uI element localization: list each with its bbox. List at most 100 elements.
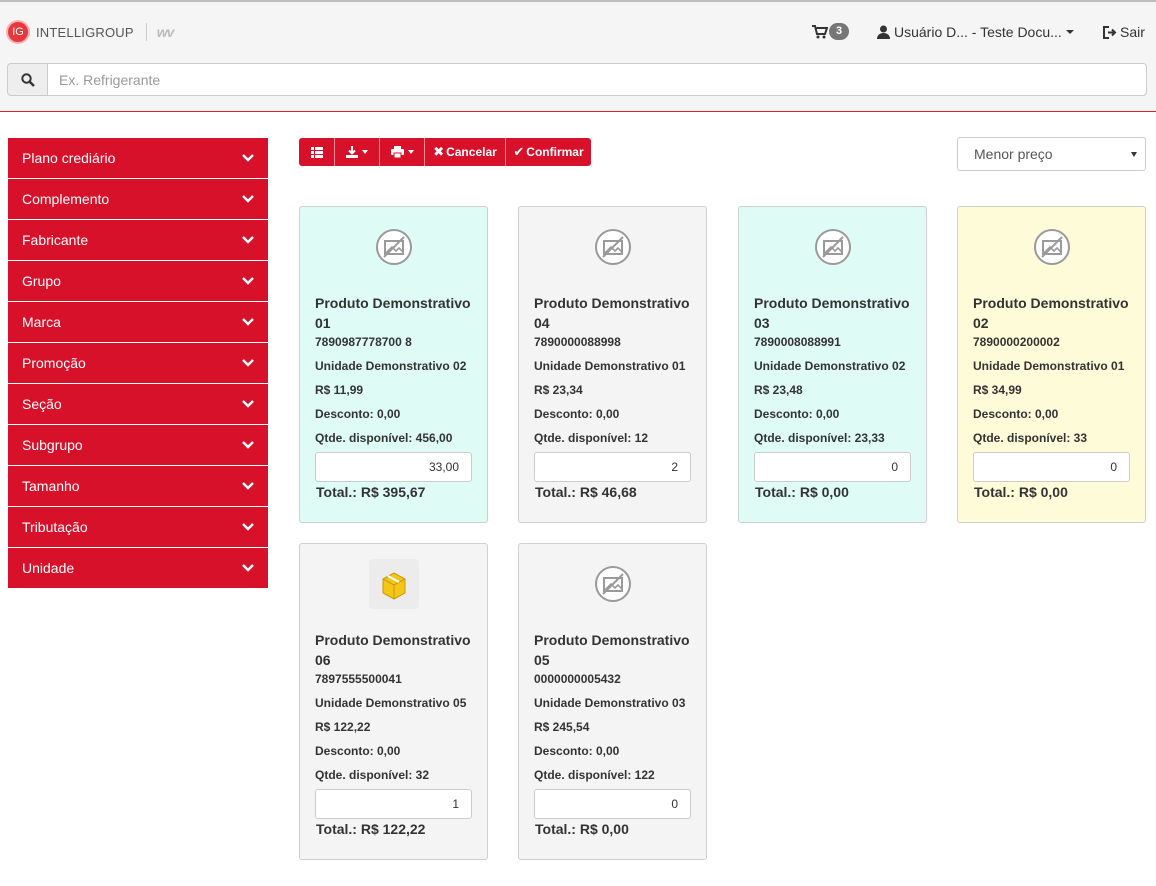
search-input[interactable]	[47, 63, 1147, 96]
confirm-button[interactable]: ✔ Confirmar	[506, 138, 591, 166]
caret-down-icon	[362, 150, 368, 154]
confirm-label: Confirmar	[526, 145, 584, 159]
no-image-icon	[594, 229, 631, 265]
quantity-input[interactable]	[754, 452, 911, 482]
product-unit: Unidade Demonstrativo 02	[315, 359, 467, 373]
filter-item[interactable]: Seção	[8, 384, 268, 424]
toolbar: ✖ Cancelar ✔ Confirmar	[299, 138, 591, 166]
quantity-input[interactable]	[534, 789, 691, 819]
filter-item[interactable]: Complemento	[8, 179, 268, 219]
product-image	[300, 559, 487, 609]
product-card[interactable]: Produto Demonstrativo 04 7890000088998 Uni…	[518, 206, 707, 523]
filter-label: Tributação	[22, 519, 88, 535]
product-available-qty: Qtde. disponível: 32	[315, 768, 430, 782]
product-code: 7890000088998	[534, 335, 621, 349]
quantity-input[interactable]	[973, 452, 1130, 482]
caret-down-icon	[1131, 152, 1137, 157]
filter-item[interactable]: Tributação	[8, 507, 268, 547]
filter-item[interactable]: Subgrupo	[8, 425, 268, 465]
filter-item[interactable]: Plano crediário	[8, 138, 268, 178]
filter-item[interactable]: Unidade	[8, 548, 268, 588]
product-total: Total.: R$ 122,22	[316, 821, 426, 837]
filter-sidebar: Plano crediário Complemento Fabricante Grup…	[8, 138, 268, 589]
list-view-button[interactable]	[299, 138, 335, 166]
product-unit: Unidade Demonstrativo 05	[315, 696, 467, 710]
list-icon	[310, 146, 323, 158]
product-name: Produto Demonstrativo 03	[754, 295, 910, 331]
filter-label: Marca	[22, 314, 61, 330]
cart-count-badge: 3	[829, 23, 849, 40]
product-total: Total.: R$ 0,00	[755, 484, 849, 500]
search-icon[interactable]	[7, 63, 47, 96]
filter-label: Subgrupo	[22, 437, 83, 453]
chevron-down-icon	[242, 195, 254, 203]
cart-button[interactable]: 3	[812, 23, 849, 40]
user-label: Usuário D... - Teste Docu...	[894, 24, 1062, 40]
filter-item[interactable]: Grupo	[8, 261, 268, 301]
download-dropdown-button[interactable]	[335, 138, 380, 166]
filter-label: Tamanho	[22, 478, 80, 494]
product-image	[958, 227, 1145, 267]
logo-text: INTELLIGROUP	[36, 24, 134, 40]
filter-label: Plano crediário	[22, 150, 116, 166]
filter-label: Seção	[22, 396, 62, 412]
product-discount: Desconto: 0,00	[973, 407, 1059, 421]
product-price: R$ 34,99	[973, 383, 1022, 397]
product-discount: Desconto: 0,00	[315, 407, 401, 421]
product-card[interactable]: Produto Demonstrativo 01 7890987778700 8 U…	[299, 206, 488, 523]
search-bar	[7, 63, 1147, 96]
product-total: Total.: R$ 0,00	[535, 821, 629, 837]
caret-down-icon	[407, 150, 414, 154]
product-box-icon	[368, 559, 419, 609]
product-card[interactable]: Produto Demonstrativo 05 0000000005432 Uni…	[518, 543, 707, 860]
product-card[interactable]: Produto Demonstrativo 02 7890000200002 Uni…	[957, 206, 1146, 523]
product-card[interactable]: Produto Demonstrativo 06 7897555500041 Uni…	[299, 543, 488, 860]
product-discount: Desconto: 0,00	[534, 407, 620, 421]
product-price: R$ 245,54	[534, 720, 590, 734]
product-unit: Unidade Demonstrativo 03	[534, 696, 686, 710]
logo[interactable]: IG INTELLIGROUP wv	[6, 20, 174, 44]
product-price: R$ 23,48	[754, 383, 803, 397]
sign-out-icon	[1103, 25, 1117, 39]
chevron-down-icon	[242, 236, 254, 244]
logo-divider	[145, 23, 147, 41]
logout-button[interactable]: Sair	[1103, 24, 1145, 40]
download-icon	[346, 146, 358, 158]
product-total: Total.: R$ 46,68	[535, 484, 637, 500]
product-code: 7897555500041	[315, 672, 402, 686]
product-code: 7890987778700 8	[315, 335, 412, 349]
product-discount: Desconto: 0,00	[534, 744, 620, 758]
chevron-down-icon	[242, 441, 254, 449]
product-unit: Unidade Demonstrativo 01	[973, 359, 1125, 373]
header: IG INTELLIGROUP wv 3 Usuário D... - Test…	[0, 5, 1156, 112]
product-card[interactable]: Produto Demonstrativo 03 7890008088991 Uni…	[738, 206, 927, 523]
product-available-qty: Qtde. disponível: 23,33	[754, 431, 885, 445]
cancel-label: Cancelar	[446, 145, 497, 159]
chevron-down-icon	[242, 318, 254, 326]
filter-item[interactable]: Fabricante	[8, 220, 268, 260]
print-dropdown-button[interactable]	[380, 138, 425, 166]
sort-select[interactable]: Menor preço	[957, 137, 1146, 171]
product-discount: Desconto: 0,00	[315, 744, 401, 758]
product-available-qty: Qtde. disponível: 456,00	[315, 431, 453, 445]
caret-down-icon	[1065, 30, 1074, 34]
product-total: Total.: R$ 395,67	[316, 484, 426, 500]
chevron-down-icon	[242, 359, 254, 367]
quantity-input[interactable]	[534, 452, 691, 482]
close-icon: ✖	[433, 144, 445, 159]
product-price: R$ 23,34	[534, 383, 583, 397]
cancel-button[interactable]: ✖ Cancelar	[425, 138, 506, 166]
quantity-input[interactable]	[315, 789, 472, 819]
chevron-down-icon	[242, 400, 254, 408]
filter-label: Grupo	[22, 273, 61, 289]
quantity-input[interactable]	[315, 452, 472, 482]
product-name: Produto Demonstrativo 02	[973, 295, 1129, 331]
filter-item[interactable]: Marca	[8, 302, 268, 342]
filter-item[interactable]: Tamanho	[8, 466, 268, 506]
filter-item[interactable]: Promoção	[8, 343, 268, 383]
user-menu[interactable]: Usuário D... - Teste Docu...	[877, 24, 1074, 40]
product-code: 0000000005432	[534, 672, 621, 686]
logout-label: Sair	[1120, 24, 1145, 40]
product-image	[739, 227, 926, 267]
user-icon	[877, 25, 890, 39]
